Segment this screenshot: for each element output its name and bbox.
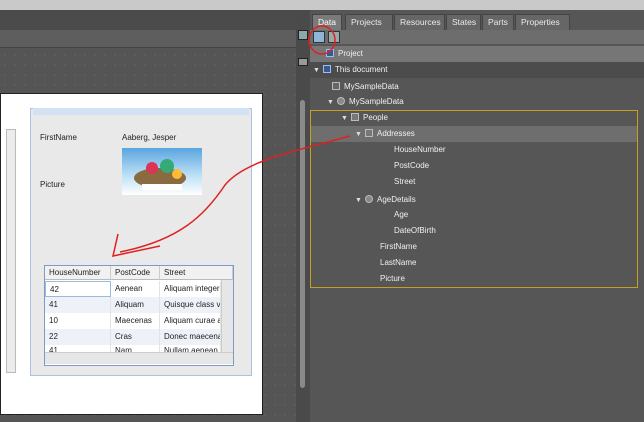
annotation-circle [308, 25, 336, 55]
annotation-arrow [112, 25, 351, 257]
annotation-arrowhead [112, 233, 161, 257]
annotation-curve [119, 135, 351, 253]
